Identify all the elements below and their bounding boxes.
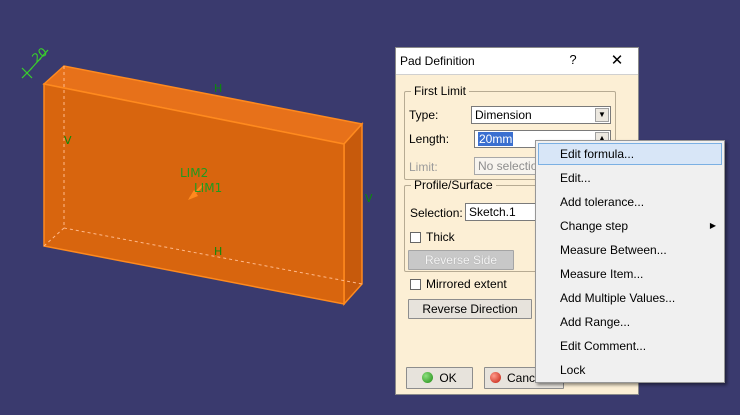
help-icon[interactable]: ? [566, 52, 580, 68]
menu-item-lock[interactable]: Lock [538, 359, 722, 381]
horizontal-constraint-marker-bottom: H [214, 245, 223, 258]
mirrored-extent-checkbox[interactable] [410, 279, 421, 290]
limit-label-lim1[interactable]: LIM1 [194, 181, 222, 195]
selection-value: Sketch.1 [469, 205, 516, 219]
menu-item-edit-formula[interactable]: Edit formula... [538, 143, 722, 165]
menu-item-measure-item[interactable]: Measure Item... [538, 263, 722, 285]
ok-label: OK [439, 371, 457, 385]
length-label: Length: [409, 132, 450, 146]
profile-surface-legend: Profile/Surface [414, 178, 493, 192]
dialog-titlebar[interactable]: Pad Definition ? ✕ [396, 48, 638, 75]
pad-right-face [343, 122, 363, 306]
context-menu: Edit formula... Edit... Add tolerance...… [535, 140, 725, 383]
thick-label: Thick [426, 230, 455, 244]
type-label: Type: [409, 108, 439, 122]
menu-item-edit[interactable]: Edit... [538, 167, 722, 189]
menu-item-add-range[interactable]: Add Range... [538, 311, 722, 333]
chevron-down-icon[interactable]: ▼ [595, 108, 609, 122]
menu-item-edit-comment[interactable]: Edit Comment... [538, 335, 722, 357]
submenu-arrow-icon: ▶ [709, 221, 716, 230]
reverse-side-button[interactable]: Reverse Side [408, 250, 514, 270]
horizontal-constraint-marker-top: H [214, 82, 223, 95]
close-icon[interactable]: ✕ [608, 51, 626, 69]
ok-icon [422, 372, 434, 383]
menu-item-change-step[interactable]: Change step ▶ [538, 215, 722, 237]
mirrored-extent-label: Mirrored extent [426, 277, 507, 291]
cancel-icon [490, 372, 501, 383]
type-dropdown[interactable]: Dimension ▼ [471, 106, 611, 124]
type-value: Dimension [475, 108, 532, 122]
thick-checkbox[interactable] [410, 232, 421, 243]
reverse-direction-button[interactable]: Reverse Direction [408, 299, 532, 319]
menu-item-add-tolerance[interactable]: Add tolerance... [538, 191, 722, 213]
dialog-title: Pad Definition [400, 54, 475, 68]
length-value: 20mm [478, 132, 514, 146]
first-limit-legend: First Limit [414, 84, 466, 98]
vertical-constraint-marker-left: V [64, 134, 72, 147]
selection-label: Selection: [410, 206, 463, 220]
vertical-constraint-marker-right: V [365, 192, 373, 205]
menu-item-measure-between[interactable]: Measure Between... [538, 239, 722, 261]
menu-item-add-multiple-values[interactable]: Add Multiple Values... [538, 287, 722, 309]
limit-label-lim2[interactable]: LIM2 [180, 166, 208, 180]
ok-button[interactable]: OK [406, 367, 473, 389]
limit-label: Limit: [409, 160, 438, 174]
